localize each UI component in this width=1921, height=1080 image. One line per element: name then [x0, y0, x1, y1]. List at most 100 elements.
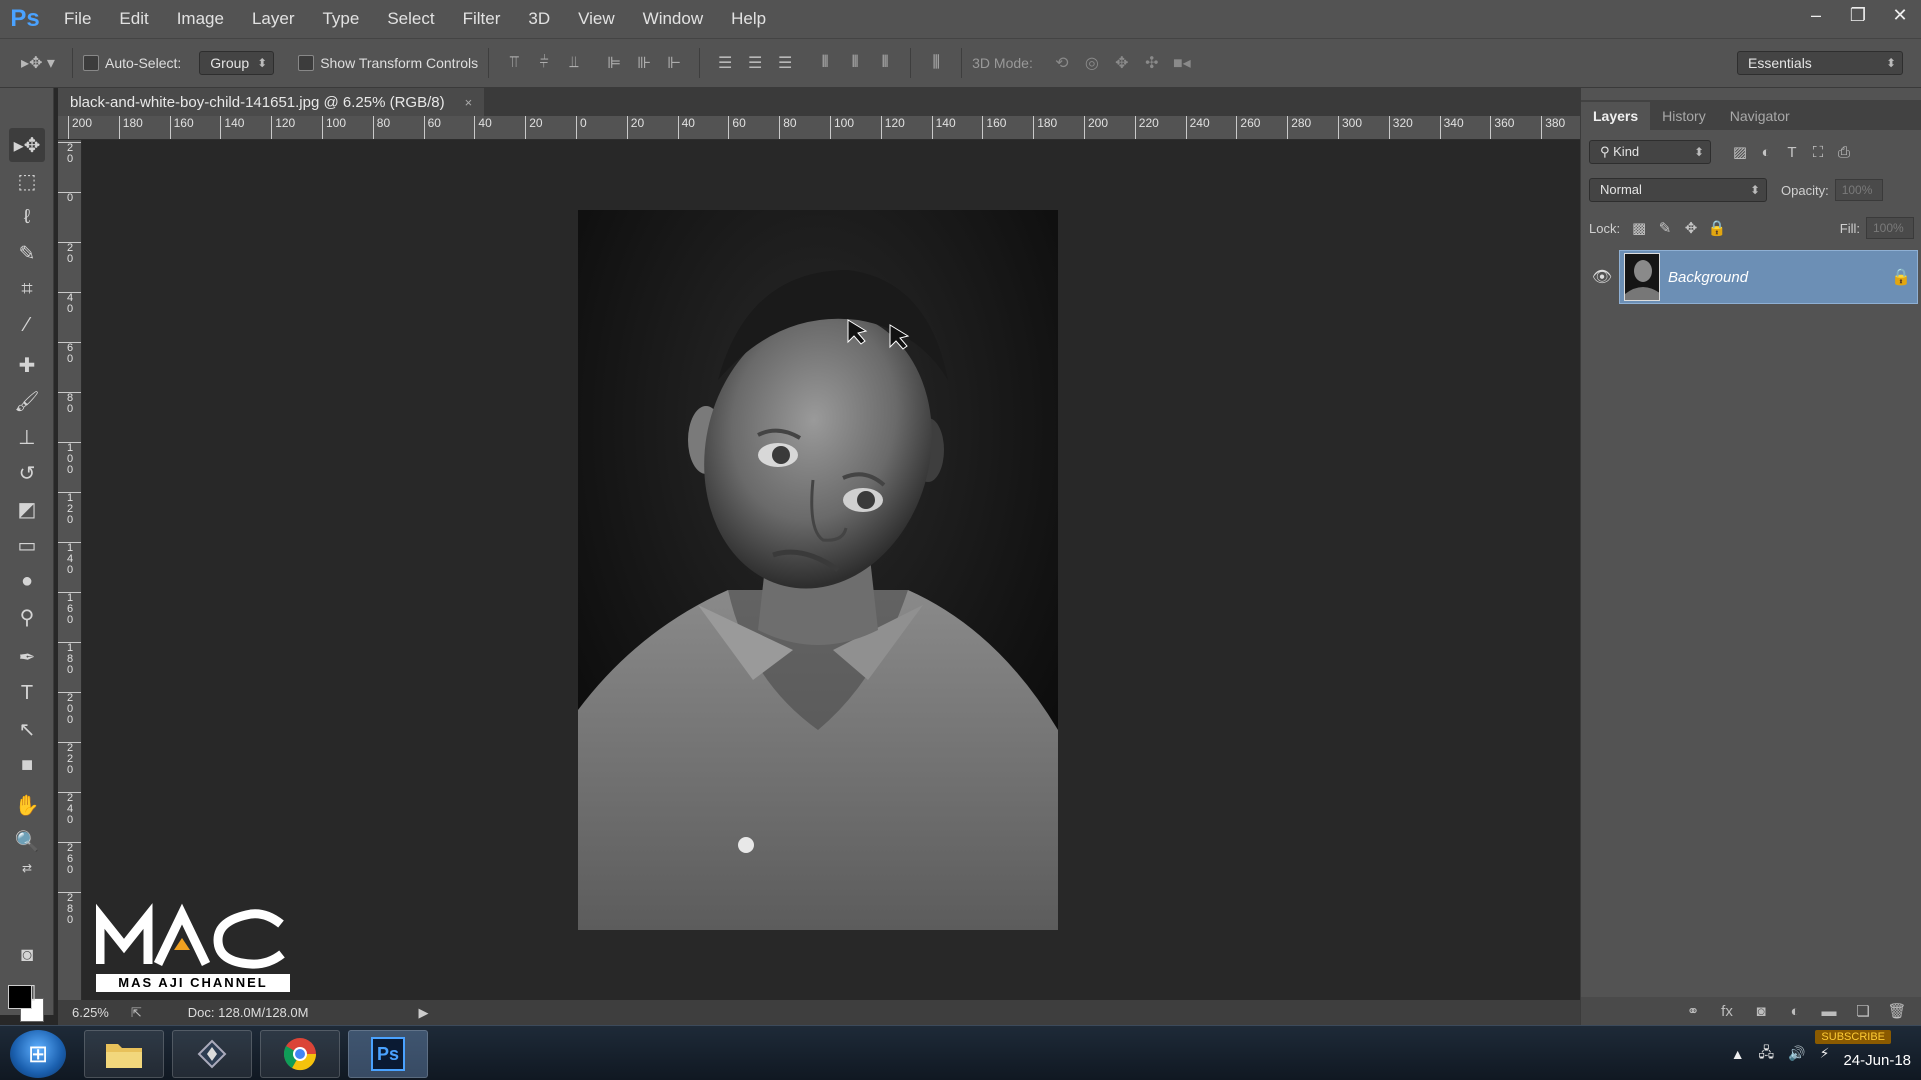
document-image[interactable] — [578, 210, 1058, 930]
distribute-bottom-icon[interactable]: ☰ — [770, 48, 800, 78]
dodge-tool-icon[interactable]: ⚲ — [9, 600, 45, 634]
zoom-tool-icon[interactable]: 🔍 — [9, 824, 45, 858]
new-group-icon[interactable]: ▬ — [1816, 1003, 1842, 1020]
menu-help[interactable]: Help — [717, 0, 780, 38]
workspace-dropdown[interactable]: Essentials — [1737, 51, 1903, 75]
auto-select-checkbox[interactable] — [83, 55, 99, 71]
menu-select[interactable]: Select — [373, 0, 448, 38]
lasso-tool-icon[interactable]: ℓ — [9, 200, 45, 234]
distribute-hcenter-icon[interactable]: ⫴ — [840, 48, 870, 78]
pen-tool-icon[interactable]: ✒ — [9, 640, 45, 674]
status-menu-arrow-icon[interactable]: ▶ — [418, 1005, 428, 1021]
quick-mask-icon[interactable]: ◙ — [9, 938, 45, 972]
start-button-icon[interactable]: ⊞ — [10, 1030, 66, 1078]
vertical-ruler[interactable]: 2 0 0 2 0 4 0 6 0 8 0 1 0 0 1 2 0 1 4 0 1 6 0 1 8 … — [58, 140, 82, 1000]
clone-stamp-tool-icon[interactable]: ⊥ — [9, 420, 45, 454]
layer-kind-dropdown[interactable]: ⚲ Kind — [1589, 140, 1711, 164]
visibility-eye-icon[interactable]: 👁 — [1585, 250, 1619, 304]
taskbar-explorer-icon[interactable] — [84, 1030, 164, 1078]
tray-network-icon[interactable]: 🖧 — [1759, 1042, 1775, 1066]
rectangle-tool-icon[interactable]: ■ — [9, 748, 45, 782]
align-right-icon[interactable]: ⊩ — [659, 48, 689, 78]
auto-align-icon[interactable]: ⫼ — [921, 48, 951, 78]
horizontal-ruler[interactable]: 200 180 160 140 120 100 80 60 40 20 0 20 40 60 80 100 12… — [58, 116, 1580, 140]
3d-drag-icon[interactable]: ✥ — [1107, 48, 1137, 78]
layer-style-icon[interactable]: fx — [1714, 1003, 1740, 1020]
filter-smart-object-icon[interactable]: ⎙ — [1831, 140, 1857, 164]
show-transform-checkbox[interactable] — [298, 55, 315, 71]
tray-volume-icon[interactable]: 🔊 — [1788, 1045, 1805, 1062]
menu-layer[interactable]: Layer — [238, 0, 309, 38]
delete-layer-icon[interactable]: 🗑 — [1884, 1002, 1910, 1020]
tray-power-icon[interactable]: ⚡ — [1820, 1045, 1830, 1062]
3d-rotate-icon[interactable]: ⟲ — [1047, 48, 1077, 78]
foreground-color-swatch[interactable] — [8, 985, 32, 1009]
zoom-level[interactable]: 6.25% — [72, 1005, 109, 1020]
filter-type-icon[interactable]: T — [1779, 140, 1805, 164]
tab-layers[interactable]: Layers — [1581, 102, 1651, 130]
layer-item[interactable]: Background 🔒 — [1619, 250, 1918, 304]
marquee-tool-icon[interactable]: ⬚ — [9, 164, 45, 198]
align-left-icon[interactable]: ⊫ — [599, 48, 629, 78]
tab-history[interactable]: History — [1650, 102, 1718, 130]
swap-colors-icon[interactable]: ⇄ — [9, 858, 45, 878]
3d-slide-icon[interactable]: ✣ — [1137, 48, 1167, 78]
tab-navigator[interactable]: Navigator — [1718, 102, 1802, 130]
layer-lock-icon[interactable]: 🔒 — [1885, 267, 1917, 287]
align-top-icon[interactable]: ⫪ — [499, 48, 529, 78]
align-hcenter-icon[interactable]: ⊪ — [629, 48, 659, 78]
taskbar-chrome-icon[interactable] — [260, 1030, 340, 1078]
distribute-left-icon[interactable]: ⫴ — [810, 48, 840, 78]
adjustment-layer-icon[interactable]: ◐ — [1782, 1003, 1808, 1020]
filter-pixel-icon[interactable]: ▨ — [1727, 140, 1753, 164]
healing-brush-tool-icon[interactable]: ✚ — [9, 348, 45, 382]
align-vcenter-icon[interactable]: ⫩ — [529, 48, 559, 78]
lock-position-icon[interactable]: ✥ — [1678, 216, 1704, 240]
type-tool-icon[interactable]: T — [9, 676, 45, 710]
quick-select-tool-icon[interactable]: ✎ — [9, 236, 45, 270]
distribute-top-icon[interactable]: ☰ — [710, 48, 740, 78]
brush-tool-icon[interactable]: 🖌 — [9, 384, 45, 418]
menu-type[interactable]: Type — [308, 0, 373, 38]
menu-view[interactable]: View — [564, 0, 629, 38]
path-select-tool-icon[interactable]: ↖ — [9, 712, 45, 746]
export-icon[interactable]: ⇱ — [131, 1005, 142, 1021]
3d-roll-icon[interactable]: ◎ — [1077, 48, 1107, 78]
distribute-vcenter-icon[interactable]: ☰ — [740, 48, 770, 78]
restore-button[interactable]: ❐ — [1837, 0, 1879, 30]
new-layer-icon[interactable]: ❏ — [1850, 1002, 1876, 1020]
gradient-tool-icon[interactable]: ▭ — [9, 528, 45, 562]
taskbar-app-icon[interactable] — [172, 1030, 252, 1078]
blend-mode-dropdown[interactable]: Normal — [1589, 178, 1767, 202]
crop-tool-icon[interactable]: ⌗ — [9, 272, 45, 306]
align-bottom-icon[interactable]: ⫫ — [559, 48, 589, 78]
lock-image-icon[interactable]: ✎ — [1652, 216, 1678, 240]
fill-field[interactable]: 100% — [1866, 217, 1914, 239]
3d-scale-icon[interactable]: ■◂ — [1167, 48, 1197, 78]
document-tab[interactable]: black-and-white-boy-child-141651.jpg @ 6… — [58, 88, 485, 116]
menu-filter[interactable]: Filter — [449, 0, 515, 38]
lock-all-icon[interactable]: 🔒 — [1704, 216, 1730, 240]
opacity-field[interactable]: 100% — [1834, 179, 1883, 201]
canvas-area[interactable] — [82, 140, 1580, 1000]
lock-transparent-icon[interactable]: ▩ — [1626, 216, 1652, 240]
link-layers-icon[interactable]: ⚭ — [1680, 1002, 1706, 1020]
close-tab-icon[interactable]: × — [465, 95, 473, 110]
add-mask-icon[interactable]: ◙ — [1748, 1003, 1774, 1020]
minimize-button[interactable]: – — [1795, 0, 1837, 30]
history-brush-tool-icon[interactable]: ↺ — [9, 456, 45, 490]
eyedropper-tool-icon[interactable]: ⁄ — [9, 308, 45, 342]
taskbar-photoshop-icon[interactable]: Ps — [348, 1030, 428, 1078]
menu-image[interactable]: Image — [163, 0, 238, 38]
menu-file[interactable]: File — [50, 0, 105, 38]
menu-window[interactable]: Window — [629, 0, 717, 38]
blur-tool-icon[interactable]: ● — [9, 564, 45, 598]
filter-shape-icon[interactable]: ⛶ — [1805, 140, 1831, 164]
auto-select-dropdown[interactable]: Group — [199, 51, 275, 75]
menu-edit[interactable]: Edit — [105, 0, 162, 38]
eraser-tool-icon[interactable]: ◩ — [9, 492, 45, 526]
tray-expand-icon[interactable]: ▲ — [1731, 1046, 1745, 1062]
move-tool-icon[interactable]: ▸✥ — [9, 128, 45, 162]
distribute-right-icon[interactable]: ⫴ — [870, 48, 900, 78]
close-button[interactable]: ✕ — [1879, 0, 1921, 30]
